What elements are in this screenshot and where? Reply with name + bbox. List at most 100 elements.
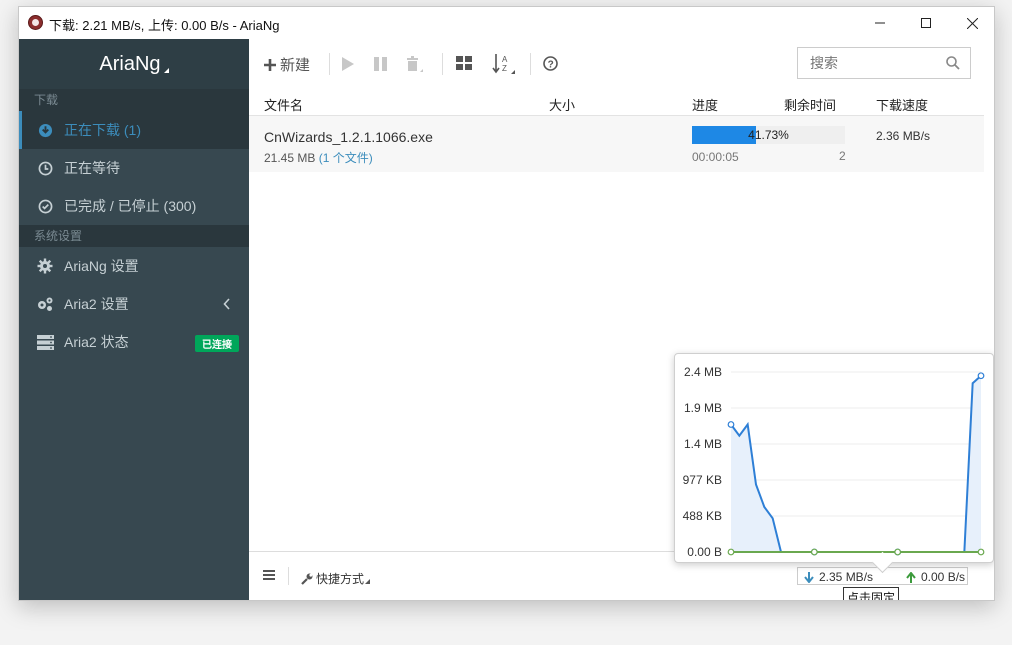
chart-point-download [727, 421, 735, 428]
table-header: 文件名 大小 进度 剩余时间 下载速度 [249, 89, 984, 116]
pause-icon [374, 57, 387, 71]
download-speed: 2.36 MB/s [876, 129, 931, 143]
caret-icon [365, 579, 371, 584]
section-header-settings: 系统设置 [19, 225, 249, 247]
brand-label: AriaNg [99, 52, 161, 75]
column-header-size[interactable]: 大小 [549, 95, 575, 114]
file-name[interactable]: CnWizards_1.2.1.1066.exe [264, 129, 433, 145]
gear-icon [36, 257, 54, 275]
chart-point-upload [727, 548, 735, 556]
pause-button[interactable] [374, 57, 387, 71]
connection-count: 2 [839, 149, 846, 163]
title-bar: 下载: 2.21 MB/s, 上传: 0.00 B/s - AriaNg [19, 7, 994, 39]
download-circle-icon [36, 121, 54, 139]
sidebar-item-waiting[interactable]: 正在等待 [19, 149, 249, 187]
chart-point-upload [894, 548, 902, 556]
minimize-button[interactable] [857, 7, 903, 39]
chevron-left-icon [223, 297, 231, 313]
grid-view-button[interactable] [456, 56, 472, 71]
sidebar-item-aria2-status[interactable]: Aria2 状态 已连接 [19, 323, 249, 361]
hamburger-icon [263, 570, 275, 580]
shortcut-label: 快捷方式 [316, 572, 365, 586]
arrow-up-icon [906, 571, 916, 583]
play-icon [342, 57, 354, 71]
file-meta: 21.45 MB (1 个文件) [264, 149, 373, 166]
chart-point-upload [977, 548, 985, 556]
server-icon [36, 333, 54, 351]
plus-icon [264, 58, 276, 71]
column-header-name[interactable]: 文件名 [264, 95, 303, 114]
column-header-speed[interactable]: 下载速度 [876, 95, 928, 114]
svg-text:Z: Z [502, 64, 507, 73]
sidebar-item-downloading[interactable]: 正在下载 (1) [19, 111, 249, 149]
app-icon [28, 15, 43, 30]
progress-text: 41.73% [748, 128, 789, 142]
pin-tooltip: 点击固定 [843, 587, 900, 600]
connected-badge: 已连接 [195, 335, 239, 352]
delete-button[interactable] [406, 56, 424, 73]
wrench-icon [301, 573, 313, 585]
start-button[interactable] [342, 57, 354, 71]
sidebar-item-aria2-settings[interactable]: Aria2 设置 [19, 285, 249, 323]
help-button[interactable]: ? [543, 56, 558, 71]
app-window: 下载: 2.21 MB/s, 上传: 0.00 B/s - AriaNg Ari… [18, 6, 995, 601]
trash-icon [407, 56, 423, 72]
toolbar: 新建 AZ ? [249, 39, 994, 89]
sidebar-item-label: 正在等待 [64, 160, 120, 176]
chart-y-tick-label: 0.00 B [687, 545, 722, 559]
svg-text:?: ? [548, 60, 554, 71]
svg-text:A: A [502, 55, 508, 64]
chart-y-tick-label: 1.9 MB [684, 401, 722, 415]
sidebar-item-label: Aria2 状态 [64, 334, 129, 350]
file-count-link[interactable]: (1 个文件) [319, 151, 373, 165]
arrow-down-icon [804, 571, 814, 583]
chart-area-download [731, 375, 981, 552]
elapsed-time: 00:00:05 [692, 150, 739, 164]
brand-caret-icon [163, 67, 169, 73]
sidebar-item-label: Aria2 设置 [64, 296, 129, 312]
chart-y-tick-label: 2.4 MB [684, 365, 722, 379]
speed-chart: 2.4 MB 1.9 MB 1.4 MB 977 KB 488 KB 0.00 B [683, 365, 985, 559]
sidebar-item-label: AriaNg 设置 [64, 258, 139, 274]
chart-point-upload [810, 548, 818, 556]
grid-icon [456, 56, 472, 70]
sidebar-item-stopped[interactable]: 已完成 / 已停止 (300) [19, 187, 249, 225]
search-icon[interactable] [946, 56, 960, 73]
sidebar-item-ariang-settings[interactable]: AriaNg 设置 [19, 247, 249, 285]
chart-point-download [977, 372, 985, 380]
table-row[interactable]: CnWizards_1.2.1.1066.exe 21.45 MB (1 个文件… [249, 116, 984, 172]
progress-bar: 41.73% [692, 126, 845, 144]
close-button[interactable] [949, 7, 994, 39]
section-header-download: 下载 [19, 89, 249, 111]
shortcut-menu[interactable]: 快捷方式 [301, 570, 371, 587]
speed-chart-popup: 2.4 MB 1.9 MB 1.4 MB 977 KB 488 KB 0.00 B [674, 353, 994, 563]
new-task-button[interactable]: 新建 [264, 54, 310, 75]
minimize-icon [875, 22, 885, 24]
global-download: 2.35 MB/s [804, 570, 873, 584]
sidebar: AriaNg 下载 正在下载 (1) 正在等待 已完成 / 已停止 (300) … [19, 39, 249, 600]
brand[interactable]: AriaNg [19, 39, 249, 89]
search-box [797, 47, 971, 79]
column-header-remaining[interactable]: 剩余时间 [784, 95, 836, 114]
clock-icon [36, 159, 54, 177]
maximize-button[interactable] [903, 7, 949, 39]
new-task-label: 新建 [280, 57, 311, 74]
sort-alpha-icon: AZ [492, 54, 515, 74]
menu-button[interactable] [263, 568, 275, 583]
sidebar-item-label: 已完成 / 已停止 (300) [64, 198, 197, 214]
sidebar-item-label: 正在下载 (1) [64, 122, 141, 138]
chart-y-tick-label: 977 KB [683, 473, 722, 487]
column-header-progress[interactable]: 进度 [692, 95, 718, 114]
search-input[interactable] [808, 48, 942, 78]
maximize-icon [921, 18, 931, 28]
chart-y-tick-label: 1.4 MB [684, 437, 722, 451]
sort-button[interactable]: AZ [492, 53, 516, 75]
chart-y-tick-label: 488 KB [683, 509, 722, 523]
close-icon [966, 17, 978, 29]
global-download-speed: 2.35 MB/s [819, 570, 874, 584]
global-upload: 0.00 B/s [906, 570, 965, 584]
help-icon: ? [543, 56, 558, 71]
file-size: 21.45 MB [264, 151, 316, 165]
check-circle-icon [36, 197, 54, 215]
global-upload-speed: 0.00 B/s [921, 570, 966, 584]
